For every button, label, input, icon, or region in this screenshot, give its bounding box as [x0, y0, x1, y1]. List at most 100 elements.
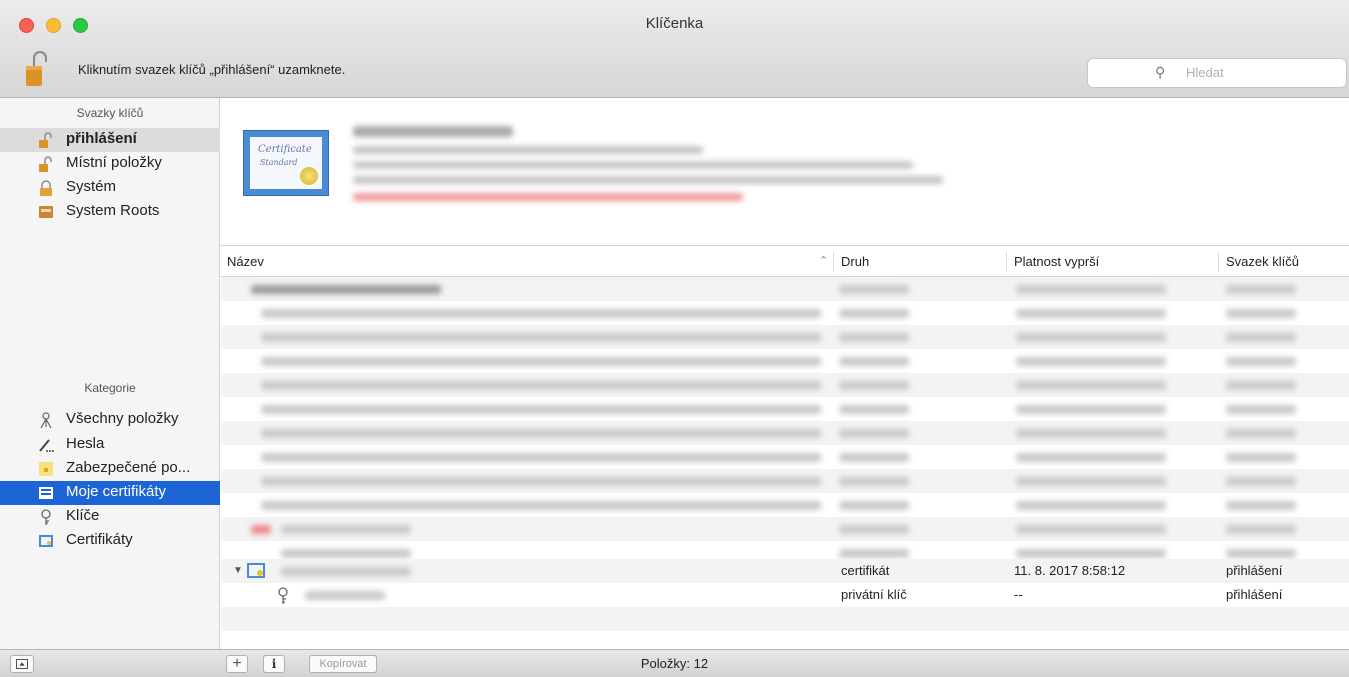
- lock-closed-icon: [40, 180, 52, 196]
- column-header-platnost[interactable]: Platnost vyprší: [1014, 254, 1099, 269]
- table-row[interactable]: [221, 469, 1349, 493]
- items-table: ▼ certifikát 11. 8. 2017 8:58:12 přihláš…: [221, 277, 1349, 649]
- redacted-text: [839, 285, 909, 294]
- redacted-text: [1016, 549, 1166, 558]
- redacted-text: [261, 477, 821, 486]
- sidebar-item-label: Hesla: [66, 435, 105, 452]
- sidebar-item-moje-certifikaty[interactable]: Moje certifikáty: [0, 481, 220, 505]
- redacted-text: [1226, 309, 1296, 318]
- table-row-certificate[interactable]: ▼ certifikát 11. 8. 2017 8:58:12 přihláš…: [221, 559, 1349, 583]
- lock-open-icon[interactable]: [26, 50, 48, 86]
- certificate-icon: [247, 563, 265, 578]
- table-row[interactable]: [221, 397, 1349, 421]
- lock-open-icon: [39, 132, 52, 148]
- sidebar-item-label: Systém: [66, 178, 117, 195]
- keychains-header: Svazky klíčů: [76, 106, 144, 120]
- table-row[interactable]: [221, 325, 1349, 349]
- sidebar-item-mistni-polozky[interactable]: Místní položky: [0, 152, 220, 176]
- redacted-text: [1016, 333, 1166, 342]
- seal-icon: [300, 167, 318, 185]
- search-placeholder: Hledat: [1186, 65, 1224, 80]
- redacted-text: [281, 567, 411, 576]
- sidebar-item-prihlaseni[interactable]: přihlášení: [0, 128, 220, 152]
- redacted-text: [839, 357, 909, 366]
- redacted-text: [261, 333, 821, 342]
- redacted-text: [1016, 357, 1166, 366]
- redacted-text: [353, 193, 743, 201]
- redacted-text: [839, 477, 909, 486]
- redacted-text: [261, 357, 821, 366]
- table-row-private-key[interactable]: privátní klíč -- přihlášení: [221, 583, 1349, 607]
- table-row[interactable]: [221, 421, 1349, 445]
- cell-kind: certifikát: [841, 563, 890, 578]
- lock-message[interactable]: Kliknutím svazek klíčů „přihlášení“ uzam…: [78, 62, 345, 77]
- redacted-text: [839, 501, 909, 510]
- secure-note-icon: [39, 462, 53, 476]
- redacted-text: [1016, 405, 1166, 414]
- sidebar-item-certifikaty[interactable]: Certifikáty: [0, 529, 220, 553]
- cell-keychain: přihlášení: [1226, 563, 1283, 578]
- sidebar-item-label: přihlášení: [66, 130, 137, 147]
- title-bar: Klíčenka Kliknutím svazek klíčů „přihláš…: [0, 0, 1349, 98]
- search-icon: ⚲: [1155, 64, 1166, 80]
- detail-panel: Certificate Standard: [221, 98, 1349, 246]
- redacted-text: [281, 549, 411, 558]
- redacted-text: [1226, 285, 1296, 294]
- sort-ascending-icon: ⌃: [819, 255, 829, 267]
- table-header: Název ⌃ Druh Platnost vyprší Svazek klíč…: [221, 247, 1349, 277]
- table-row[interactable]: [221, 349, 1349, 373]
- cabinet-icon: [39, 206, 53, 218]
- redacted-text: [1226, 357, 1296, 366]
- column-header-nazev[interactable]: Název: [227, 254, 264, 269]
- redacted-text: [839, 549, 909, 558]
- search-field[interactable]: ⚲ Hledat: [1087, 58, 1347, 88]
- sidebar-item-zabezpecene-poznamky[interactable]: Zabezpečené po...: [0, 457, 220, 481]
- cell-expires: 11. 8. 2017 8:58:12: [1014, 563, 1126, 578]
- redacted-text: [281, 525, 411, 534]
- redacted-text: [261, 453, 821, 462]
- redacted-text: [305, 591, 385, 600]
- disclosure-triangle-icon[interactable]: ▼: [233, 565, 243, 576]
- sidebar-item-system-roots[interactable]: System Roots: [0, 200, 220, 224]
- sidebar-item-label: Certifikáty: [66, 531, 133, 548]
- sidebar-item-klice[interactable]: Klíče: [0, 505, 220, 529]
- table-row[interactable]: [221, 493, 1349, 517]
- cell-keychain: přihlášení: [1226, 587, 1283, 602]
- table-row[interactable]: [221, 373, 1349, 397]
- cell-expires: --: [1014, 587, 1023, 602]
- column-header-druh[interactable]: Druh: [841, 254, 869, 269]
- redacted-text: [1226, 333, 1296, 342]
- table-row-empty: [221, 607, 1349, 631]
- sidebar-item-vsechny-polozky[interactable]: Všechny položky: [0, 408, 220, 432]
- password-icon: [39, 439, 54, 452]
- redacted-text: [1226, 549, 1296, 558]
- sidebar-item-hesla[interactable]: Hesla: [0, 433, 220, 457]
- my-certificate-icon: [39, 487, 53, 499]
- table-row[interactable]: [221, 517, 1349, 541]
- cell-kind: privátní klíč: [841, 587, 907, 602]
- redacted-text: [1226, 381, 1296, 390]
- table-row[interactable]: [221, 445, 1349, 469]
- column-divider[interactable]: [1218, 252, 1219, 272]
- sidebar-item-system[interactable]: Systém: [0, 176, 220, 200]
- sidebar-item-label: Zabezpečené po...: [66, 459, 191, 476]
- table-row[interactable]: [221, 277, 1349, 301]
- certificate-icon-text: Certificate: [258, 144, 312, 155]
- column-divider[interactable]: [833, 252, 834, 272]
- lock-open-icon: [39, 156, 52, 172]
- redacted-text: [251, 285, 441, 294]
- item-count: Položky: 12: [640, 656, 709, 671]
- redacted-text: [353, 161, 913, 169]
- categories-header: Kategorie: [84, 381, 136, 395]
- column-header-svazek[interactable]: Svazek klíčů: [1226, 254, 1299, 269]
- redacted-text: [839, 525, 909, 534]
- redacted-text: [839, 381, 909, 390]
- redacted-text: [839, 309, 909, 318]
- redacted-text: [261, 501, 821, 510]
- redacted-text: [1016, 525, 1166, 534]
- redacted-text: [839, 333, 909, 342]
- redacted-text: [1226, 453, 1296, 462]
- redacted-text: [839, 453, 909, 462]
- table-row[interactable]: [221, 301, 1349, 325]
- column-divider[interactable]: [1006, 252, 1007, 272]
